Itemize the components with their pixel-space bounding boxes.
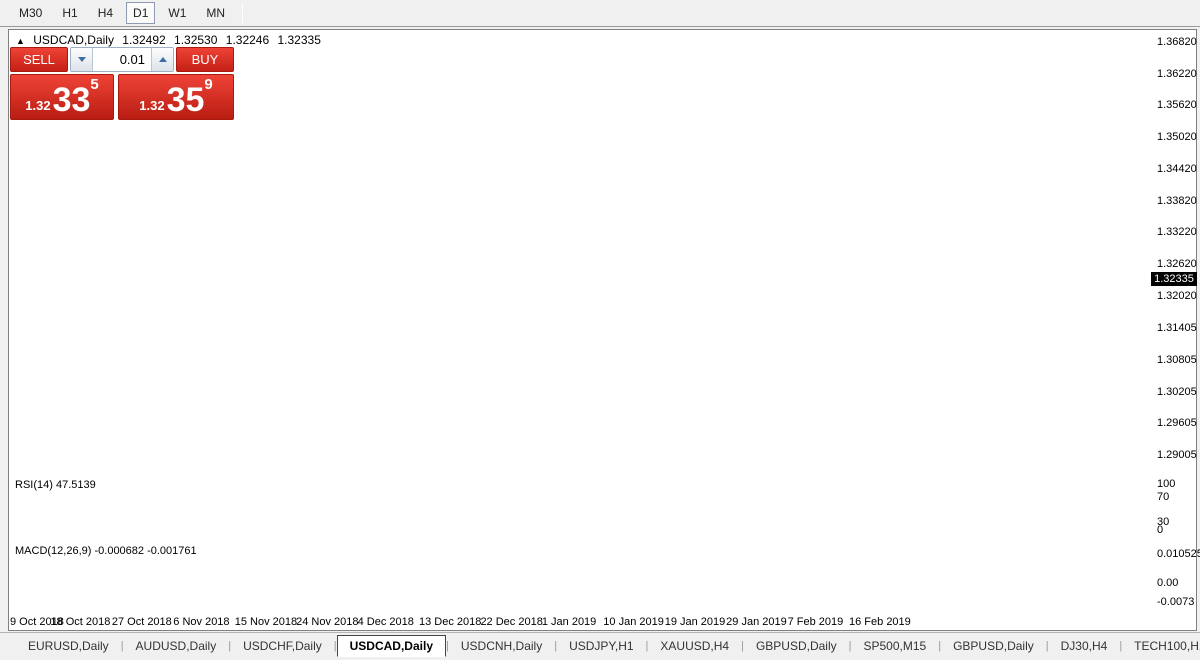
price-axis-label: 1.29605 <box>1157 417 1197 429</box>
macd-scale-label: 0.00 <box>1157 577 1178 589</box>
price-axis-label: 1.30805 <box>1157 354 1197 366</box>
price-axis-label: 1.32620 <box>1157 258 1197 270</box>
rsi-scale-label: 100 <box>1157 478 1175 490</box>
tab-dj30-h4[interactable]: DJ30,H4 <box>1049 635 1120 657</box>
ohlc-low: 1.32246 <box>226 33 269 47</box>
price-axis-label: 1.35020 <box>1157 131 1197 143</box>
date-axis-label: 24 Nov 2018 <box>296 616 358 628</box>
buy-price-prefix: 1.32 <box>139 99 164 115</box>
chevron-up-icon <box>159 57 167 62</box>
date-axis-label: 29 Jan 2019 <box>726 616 787 628</box>
price-axis-label: 1.29005 <box>1157 449 1197 461</box>
date-axis-label: 1 Jan 2019 <box>542 616 596 628</box>
buy-price-sup: 9 <box>204 77 212 92</box>
ohlc-close: 1.32335 <box>278 33 321 47</box>
tab-xauusd-h4[interactable]: XAUUSD,H4 <box>648 635 741 657</box>
date-axis-label: 7 Feb 2019 <box>788 616 844 628</box>
chart-tab-bar: EURUSD,Daily|AUDUSD,Daily|USDCHF,Daily|U… <box>0 632 1200 658</box>
sell-price-sup: 5 <box>90 77 98 92</box>
sell-price-prefix: 1.32 <box>25 99 50 115</box>
date-axis-label: 13 Dec 2018 <box>419 616 481 628</box>
tab-gbpusd-daily[interactable]: GBPUSD,Daily <box>744 635 849 657</box>
price-axis-label: 1.36220 <box>1157 68 1197 80</box>
tab-usdjpy-h1[interactable]: USDJPY,H1 <box>557 635 645 657</box>
volume-increase-button[interactable] <box>151 48 173 71</box>
tf-button-h4[interactable]: H4 <box>91 2 120 24</box>
ohlc-open: 1.32492 <box>122 33 165 47</box>
sell-price-big: 33 <box>53 86 91 115</box>
buy-price-big: 35 <box>167 86 205 115</box>
sell-price-panel[interactable]: 1.32335 <box>10 74 114 120</box>
current-price-badge: 1.32335 <box>1151 272 1197 286</box>
volume-stepper: 0.01 <box>70 47 174 72</box>
date-axis-label: 16 Feb 2019 <box>849 616 911 628</box>
date-axis-label: 6 Nov 2018 <box>173 616 229 628</box>
ohlc-high: 1.32530 <box>174 33 217 47</box>
macd-values: -0.000682 -0.001761 <box>94 545 196 557</box>
chart-symbol-label: USDCAD,Daily <box>33 33 114 47</box>
rsi-pane[interactable] <box>10 476 1149 538</box>
macd-title: MACD(12,26,9) -0.000682 -0.001761 <box>15 545 197 557</box>
tf-button-m30[interactable]: M30 <box>12 2 49 24</box>
sell-button[interactable]: SELL <box>10 47 68 72</box>
date-axis-label: 4 Dec 2018 <box>358 616 414 628</box>
tab-eurusd-daily[interactable]: EURUSD,Daily <box>16 635 121 657</box>
tab-usdcad-daily[interactable]: USDCAD,Daily <box>337 635 446 657</box>
date-axis-label: 27 Oct 2018 <box>112 616 172 628</box>
tab-tech100-h1[interactable]: TECH100,H1 <box>1122 635 1200 657</box>
date-axis-label: 22 Dec 2018 <box>480 616 542 628</box>
rsi-scale-label: 0 <box>1157 524 1163 536</box>
rsi-value: 47.5139 <box>56 479 96 491</box>
buy-button[interactable]: BUY <box>176 47 234 72</box>
tf-button-h1[interactable]: H1 <box>55 2 84 24</box>
price-axis-label: 1.31405 <box>1157 322 1197 334</box>
tf-button-w1[interactable]: W1 <box>161 2 193 24</box>
date-axis-label: 18 Oct 2018 <box>50 616 110 628</box>
tf-button-mn[interactable]: MN <box>199 2 232 24</box>
timeframe-toolbar: M30 H1 H4 D1 W1 MN <box>0 0 1200 27</box>
price-axis-label: 1.36820 <box>1157 36 1197 48</box>
tf-button-d1[interactable]: D1 <box>126 2 155 24</box>
collapse-panel-icon[interactable]: ▲ <box>16 36 25 46</box>
tab-usdcnh-daily[interactable]: USDCNH,Daily <box>449 635 554 657</box>
macd-scale-label: 0.010525 <box>1157 548 1200 560</box>
chevron-down-icon <box>78 57 86 62</box>
date-axis-label: 19 Jan 2019 <box>665 616 726 628</box>
tab-gbpusd-daily[interactable]: GBPUSD,Daily <box>941 635 1046 657</box>
volume-decrease-button[interactable] <box>71 48 93 71</box>
trading-terminal: M30 H1 H4 D1 W1 MN ▲ USDCAD,Daily 1.32492 1.3… <box>0 0 1200 660</box>
tab-sp500-m15[interactable]: SP500,M15 <box>852 635 939 657</box>
rsi-title: RSI(14) 47.5139 <box>15 479 96 491</box>
tab-audusd-daily[interactable]: AUDUSD,Daily <box>124 635 229 657</box>
tab-usdchf-daily[interactable]: USDCHF,Daily <box>231 635 334 657</box>
price-axis-label: 1.33220 <box>1157 226 1197 238</box>
date-axis-label: 15 Nov 2018 <box>235 616 297 628</box>
buy-price-panel[interactable]: 1.32359 <box>118 74 234 120</box>
chart-ohlc-header: ▲ USDCAD,Daily 1.32492 1.32530 1.32246 1… <box>16 33 326 47</box>
price-axis-label: 1.32020 <box>1157 290 1197 302</box>
date-axis-label: 10 Jan 2019 <box>603 616 664 628</box>
toolbar-divider <box>242 3 243 23</box>
volume-input[interactable]: 0.01 <box>93 48 151 71</box>
price-axis-label: 1.33820 <box>1157 195 1197 207</box>
macd-scale-label: -0.0073 <box>1157 596 1194 608</box>
price-axis-label: 1.34420 <box>1157 163 1197 175</box>
rsi-scale-label: 70 <box>1157 491 1169 503</box>
price-axis-label: 1.30205 <box>1157 386 1197 398</box>
price-axis-label: 1.35620 <box>1157 99 1197 111</box>
one-click-trading-panel: SELL 0.01 BUY 1.32335 1.32359 <box>10 47 234 120</box>
